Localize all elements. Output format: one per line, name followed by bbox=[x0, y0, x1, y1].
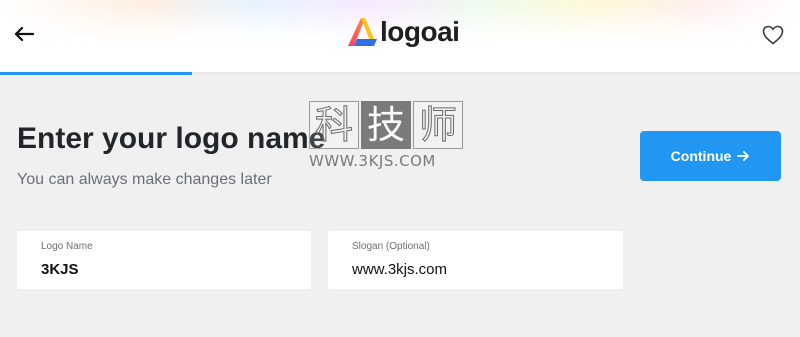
logo-name-input[interactable] bbox=[41, 259, 291, 279]
heart-outline-icon bbox=[762, 25, 784, 45]
slogan-input[interactable] bbox=[352, 259, 602, 279]
arrow-right-icon bbox=[737, 151, 750, 161]
logo-text: logoai bbox=[380, 16, 460, 47]
logo-name-label: Logo Name bbox=[41, 241, 93, 252]
top-header: logoai bbox=[0, 0, 800, 72]
watermark-url: WWW.3KJS.COM bbox=[309, 152, 436, 170]
logoai-logo[interactable]: logoai bbox=[344, 14, 460, 50]
page-subtitle: You can always make changes later bbox=[17, 171, 272, 188]
watermark-char-3: 师 bbox=[413, 101, 463, 149]
slogan-label: Slogan (Optional) bbox=[352, 241, 430, 252]
back-button[interactable] bbox=[12, 22, 36, 46]
watermark-char-2: 技 bbox=[361, 101, 411, 149]
arrow-left-icon bbox=[14, 26, 34, 42]
favorite-button[interactable] bbox=[761, 24, 785, 46]
page-title: Enter your logo name bbox=[17, 122, 326, 155]
progress-bar bbox=[0, 72, 192, 75]
watermark: 科 技 师 WWW.3KJS.COM bbox=[309, 101, 469, 176]
logo-name-field[interactable]: Logo Name bbox=[17, 231, 311, 289]
watermark-char-1: 科 bbox=[309, 101, 359, 149]
slogan-field[interactable]: Slogan (Optional) bbox=[328, 231, 623, 289]
logoai-mark-icon bbox=[348, 18, 377, 46]
continue-button[interactable]: Continue bbox=[640, 131, 781, 181]
continue-label: Continue bbox=[670, 148, 732, 164]
